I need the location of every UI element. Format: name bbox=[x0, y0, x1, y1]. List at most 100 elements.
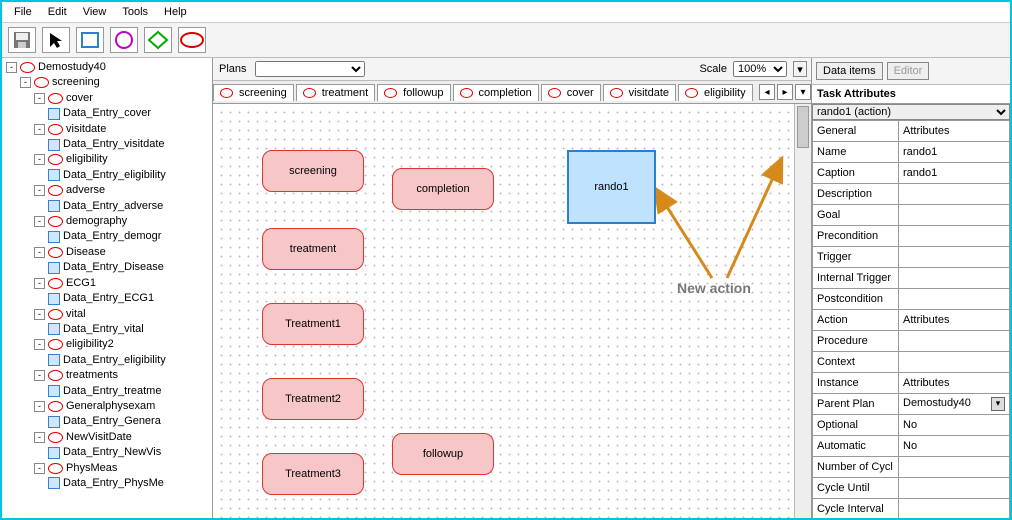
node-rando1[interactable]: rando1 bbox=[567, 150, 656, 224]
menu-edit[interactable]: Edit bbox=[42, 4, 73, 20]
diamond-tool-button[interactable] bbox=[144, 27, 172, 53]
expand-icon[interactable]: - bbox=[34, 278, 45, 289]
property-value[interactable]: rando1 bbox=[899, 142, 1010, 163]
expand-icon[interactable]: - bbox=[34, 216, 45, 227]
tab-cover[interactable]: cover bbox=[541, 84, 601, 101]
menu-help[interactable]: Help bbox=[158, 4, 193, 20]
tree-item[interactable]: -eligibilityData_Entry_eligibility bbox=[34, 152, 212, 183]
tree-item[interactable]: Data_Entry_Disease bbox=[48, 260, 212, 275]
expand-icon[interactable]: - bbox=[6, 62, 17, 73]
expand-icon[interactable]: - bbox=[34, 247, 45, 258]
tab-completion[interactable]: completion bbox=[453, 84, 539, 101]
property-row[interactable]: Precondition bbox=[813, 226, 1010, 247]
property-row[interactable]: Postcondition bbox=[813, 289, 1010, 310]
pointer-tool-button[interactable] bbox=[42, 27, 70, 53]
tree-item[interactable]: -vitalData_Entry_vital bbox=[34, 307, 212, 338]
property-value[interactable] bbox=[899, 205, 1010, 226]
tree-item[interactable]: Data_Entry_eligibility bbox=[48, 168, 212, 183]
node-treatment2[interactable]: Treatment2 bbox=[262, 378, 364, 420]
property-row[interactable]: Parent PlanDemostudy40▾ bbox=[813, 394, 1010, 415]
rect-tool-button[interactable] bbox=[76, 27, 104, 53]
tab-scroll-right-icon[interactable]: ▸ bbox=[777, 84, 793, 100]
property-value[interactable]: No bbox=[899, 415, 1010, 436]
tree-item[interactable]: -DiseaseData_Entry_Disease bbox=[34, 245, 212, 276]
expand-icon[interactable]: - bbox=[34, 401, 45, 412]
ellipse-tool-button[interactable] bbox=[178, 27, 206, 53]
task-selector[interactable]: rando1 (action) bbox=[812, 104, 1010, 120]
tab-screening[interactable]: screening bbox=[213, 84, 294, 101]
property-row[interactable]: OptionalNo bbox=[813, 415, 1010, 436]
property-value[interactable] bbox=[899, 478, 1010, 499]
circle-tool-button[interactable] bbox=[110, 27, 138, 53]
property-value[interactable]: rando1 bbox=[899, 163, 1010, 184]
tab-visitdate[interactable]: visitdate bbox=[603, 84, 676, 101]
property-value[interactable] bbox=[899, 247, 1010, 268]
tree-item[interactable]: Data_Entry_NewVis bbox=[48, 445, 212, 460]
canvas-scrollbar[interactable] bbox=[794, 104, 811, 520]
property-value[interactable] bbox=[899, 352, 1010, 373]
expand-icon[interactable]: - bbox=[34, 339, 45, 350]
tab-scroll-left-icon[interactable]: ◂ bbox=[759, 84, 775, 100]
node-treatment3[interactable]: Treatment3 bbox=[262, 453, 364, 495]
tree-item[interactable]: -GeneralphysexamData_Entry_Genera bbox=[34, 399, 212, 430]
tree-item[interactable]: -PhysMeasData_Entry_PhysMe bbox=[34, 461, 212, 492]
property-value[interactable]: No bbox=[899, 436, 1010, 457]
expand-icon[interactable]: - bbox=[34, 154, 45, 165]
property-row[interactable]: Number of Cycl bbox=[813, 457, 1010, 478]
scale-select[interactable]: 100% bbox=[733, 61, 787, 77]
tree-item[interactable]: Data_Entry_treatme bbox=[48, 384, 212, 399]
property-row[interactable]: Procedure bbox=[813, 331, 1010, 352]
tree-item[interactable]: Data_Entry_cover bbox=[48, 106, 212, 121]
property-row[interactable]: Cycle Until bbox=[813, 478, 1010, 499]
property-row[interactable]: Trigger bbox=[813, 247, 1010, 268]
data-items-button[interactable]: Data items bbox=[816, 62, 883, 80]
property-value[interactable] bbox=[899, 184, 1010, 205]
tree-item[interactable]: Data_Entry_eligibility bbox=[48, 353, 212, 368]
tree-item[interactable]: Data_Entry_PhysMe bbox=[48, 476, 212, 491]
property-row[interactable]: InstanceAttributes bbox=[813, 373, 1010, 394]
property-row[interactable]: GeneralAttributes bbox=[813, 121, 1010, 142]
property-value[interactable]: Attributes bbox=[899, 373, 1010, 394]
tree-item[interactable]: Data_Entry_adverse bbox=[48, 199, 212, 214]
node-treatment[interactable]: treatment bbox=[262, 228, 364, 270]
property-value[interactable] bbox=[899, 289, 1010, 310]
tree-item[interactable]: -Demostudy40-screening-coverData_Entry_c… bbox=[6, 60, 212, 491]
save-button[interactable] bbox=[8, 27, 36, 53]
expand-icon[interactable]: - bbox=[34, 309, 45, 320]
expand-icon[interactable]: - bbox=[34, 370, 45, 381]
property-row[interactable]: Cycle Interval bbox=[813, 499, 1010, 520]
expand-icon[interactable]: - bbox=[34, 124, 45, 135]
tree-item[interactable]: Data_Entry_vital bbox=[48, 322, 212, 337]
menu-tools[interactable]: Tools bbox=[116, 4, 154, 20]
property-row[interactable]: Description bbox=[813, 184, 1010, 205]
property-value[interactable] bbox=[899, 331, 1010, 352]
tab-eligibility[interactable]: eligibility bbox=[678, 84, 753, 101]
property-value[interactable] bbox=[899, 457, 1010, 478]
property-value[interactable]: Attributes bbox=[899, 121, 1010, 142]
tree-item[interactable]: -demographyData_Entry_demogr bbox=[34, 214, 212, 245]
tree-item[interactable]: -ECG1Data_Entry_ECG1 bbox=[34, 276, 212, 307]
tab-menu-icon[interactable]: ▾ bbox=[795, 84, 811, 100]
tree-item[interactable]: -coverData_Entry_cover bbox=[34, 91, 212, 122]
tree-item[interactable]: -treatmentsData_Entry_treatme bbox=[34, 368, 212, 399]
property-row[interactable]: Goal bbox=[813, 205, 1010, 226]
tree-item[interactable]: Data_Entry_demogr bbox=[48, 229, 212, 244]
canvas[interactable]: New action screeningcompletiontreatmentT… bbox=[217, 108, 807, 518]
tree-item[interactable]: Data_Entry_Genera bbox=[48, 414, 212, 429]
property-value[interactable] bbox=[899, 268, 1010, 289]
tree-item[interactable]: -NewVisitDateData_Entry_NewVis bbox=[34, 430, 212, 461]
tree-item[interactable]: -eligibility2Data_Entry_eligibility bbox=[34, 337, 212, 368]
expand-icon[interactable]: - bbox=[34, 93, 45, 104]
node-followup[interactable]: followup bbox=[392, 433, 494, 475]
expand-icon[interactable]: - bbox=[34, 185, 45, 196]
property-row[interactable]: Namerando1 bbox=[813, 142, 1010, 163]
property-row[interactable]: AutomaticNo bbox=[813, 436, 1010, 457]
tree-panel[interactable]: -Demostudy40-screening-coverData_Entry_c… bbox=[2, 58, 213, 520]
property-value[interactable] bbox=[899, 499, 1010, 520]
property-row[interactable]: Context bbox=[813, 352, 1010, 373]
tree-item[interactable]: -adverseData_Entry_adverse bbox=[34, 183, 212, 214]
plans-select[interactable] bbox=[255, 61, 365, 77]
tab-treatment[interactable]: treatment bbox=[296, 84, 375, 101]
tab-followup[interactable]: followup bbox=[377, 84, 450, 101]
editor-button[interactable]: Editor bbox=[887, 62, 930, 80]
